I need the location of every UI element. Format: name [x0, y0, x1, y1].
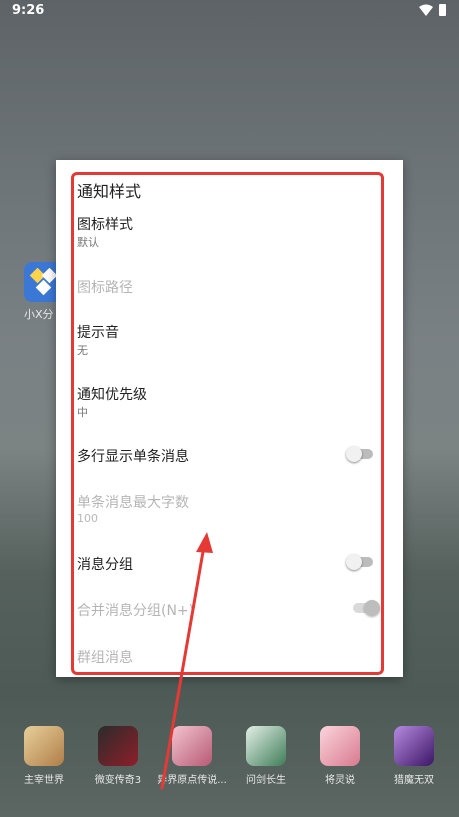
pref-title: 单条消息最大字数: [77, 495, 189, 511]
pref-title: 图标路径: [77, 280, 133, 296]
background-app-label: 小X分: [24, 308, 54, 321]
dock-app-label: 主宰世界: [24, 775, 64, 786]
status-bar: 9:26: [0, 0, 459, 22]
message-grouping-toggle[interactable]: [346, 554, 373, 570]
dock-app-icon[interactable]: [98, 726, 138, 766]
dialog-title: 通知样式: [77, 182, 142, 201]
dock-app-icon[interactable]: [172, 726, 212, 766]
pref-summary: 默认: [77, 236, 99, 249]
pref-title: 通知优先级: [77, 387, 147, 403]
dock-app-label: 问剑长生: [246, 775, 286, 786]
pref-summary: 中: [77, 406, 88, 419]
pref-summary: 无: [77, 344, 88, 357]
dock-app-icon[interactable]: [394, 726, 434, 766]
dock-app-label: 异界原点传说...: [157, 775, 227, 786]
multiline-toggle[interactable]: [346, 446, 373, 462]
app-logo-icon: [30, 268, 58, 296]
dock-app-icon[interactable]: [24, 726, 64, 766]
dock-app-icon[interactable]: [246, 726, 286, 766]
status-time: 9:26: [12, 3, 45, 18]
wifi-icon: [419, 4, 433, 16]
pref-title: 多行显示单条消息: [77, 449, 189, 465]
pref-title: 消息分组: [77, 557, 133, 573]
pref-title: 合并消息分组(N+): [77, 603, 195, 619]
dock-app-label: 将灵说: [325, 775, 355, 786]
pref-title: 图标样式: [77, 217, 133, 233]
pref-summary: 100: [77, 512, 98, 525]
merge-groups-toggle[interactable]: [353, 600, 380, 616]
notification-style-dialog: 通知样式 图标样式 默认 图标路径 提示音 无 通知优先级 中 多行显示单条消息…: [56, 160, 403, 677]
pref-title: 提示音: [77, 325, 119, 341]
battery-icon: [439, 4, 446, 16]
pref-title: 群组消息: [77, 650, 133, 666]
dock-app-label: 微变传奇3: [94, 775, 142, 786]
dock-app-icon[interactable]: [320, 726, 360, 766]
dock-app-label: 猎魔无双: [394, 775, 434, 786]
